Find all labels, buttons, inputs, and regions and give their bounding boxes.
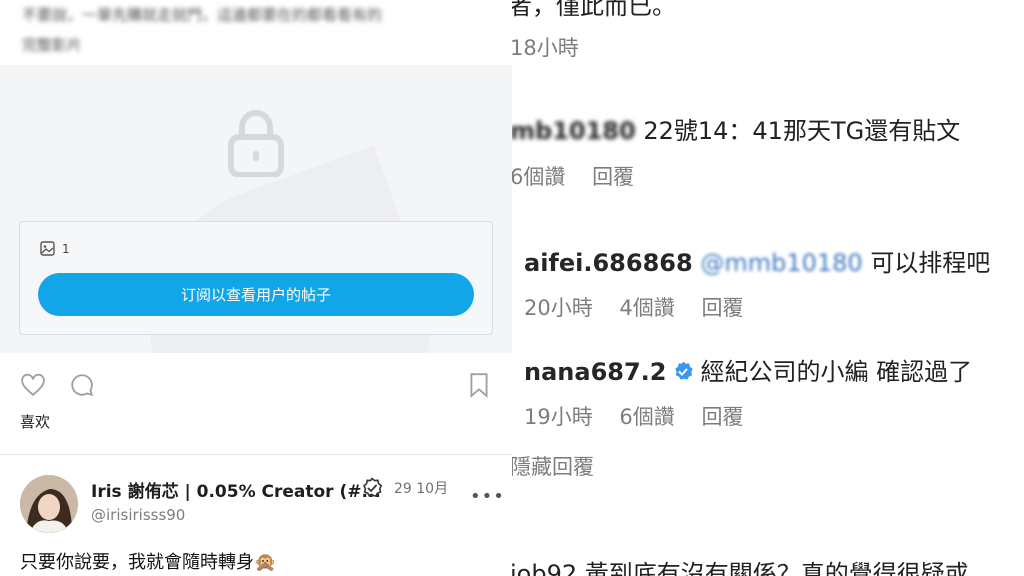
- image-count-value: 1: [62, 241, 70, 256]
- verified-badge-icon: [675, 361, 694, 380]
- right-panel: 者，僅此而已。 18小時 mb10180 22號14：41那天TG還有貼文 6個…: [512, 0, 1024, 576]
- comment-1-likes[interactable]: 6個讚: [512, 165, 565, 189]
- more-options-icon[interactable]: •••: [470, 486, 505, 507]
- comment-2: aifei.686868 @mmb10180 可以排程吧: [524, 243, 990, 278]
- comment-2-likes[interactable]: 4個讚: [619, 296, 674, 320]
- blurred-caption-line-1: 不要說，一單先購就走就門，這邊都要在的都看看有的: [22, 6, 383, 24]
- image-count: 1: [40, 241, 70, 256]
- comment-fragment-bottom: iob92 黃到底有沒有關係？真的覺得很疑或: [512, 560, 969, 576]
- comment-2-time: 20小時: [524, 296, 593, 320]
- post-actions: [20, 372, 490, 402]
- comment-3-reply-button[interactable]: 回覆: [701, 405, 743, 429]
- comment-1-meta: 6個讚 回覆: [512, 161, 634, 191]
- comment-2-reply-button[interactable]: 回覆: [701, 296, 743, 320]
- post-date: 29 10月: [394, 481, 449, 497]
- comment-1: mb10180 22號14：41那天TG還有貼文: [512, 111, 960, 146]
- heart-icon[interactable]: [20, 372, 46, 398]
- author-handle[interactable]: @irisirisss90: [91, 506, 185, 524]
- lock-icon: [228, 110, 284, 177]
- locked-media: 1 订阅以查看用户的帖子: [0, 65, 512, 353]
- comment-fragment-top: 者，僅此而已。: [512, 0, 676, 20]
- comment-3: nana687.2 經紀公司的小編 確認過了: [524, 352, 972, 387]
- post-text: 只要你說要，我就會隨時轉身🙊: [20, 552, 277, 573]
- comment-3-meta: 19小時 6個讚 回覆: [524, 401, 743, 431]
- comment-2-mention[interactable]: @mmb10180: [700, 249, 862, 277]
- comment-3-text: 經紀公司的小編 確認過了: [700, 358, 973, 386]
- subscribe-button[interactable]: 订阅以查看用户的帖子: [38, 273, 474, 316]
- comment-2-meta: 20小時 4個讚 回覆: [524, 292, 743, 322]
- blurred-caption-line-2: 完整影片: [22, 36, 83, 54]
- comment-2-text: 可以排程吧: [870, 249, 991, 277]
- comment-1-user[interactable]: mb10180: [512, 117, 636, 145]
- comment-1-text: 22號14：41那天TG還有貼文: [643, 117, 961, 145]
- comment-icon[interactable]: [69, 372, 95, 398]
- bookmark-icon[interactable]: [468, 372, 490, 398]
- avatar-image: [20, 475, 78, 533]
- image-icon: [40, 241, 55, 256]
- creator-verified-icon: [363, 477, 383, 498]
- subscription-card: 1 订阅以查看用户的帖子: [19, 221, 493, 335]
- comment-time-top: 18小時: [512, 36, 579, 60]
- comment-3-user[interactable]: nana687.2: [524, 358, 666, 386]
- avatar[interactable]: [20, 475, 78, 533]
- hide-replies-button[interactable]: 隱藏回覆: [512, 451, 594, 481]
- author-name[interactable]: Iris 謝侑芯 | 0.05% Creator (#...: [91, 477, 381, 502]
- divider: [0, 454, 512, 455]
- comment-3-time: 19小時: [524, 405, 593, 429]
- comment-1-reply-button[interactable]: 回覆: [592, 165, 634, 189]
- left-panel: 不要說，一單先購就走就門，這邊都要在的都看看有的 完整影片 1 订阅以查看用户的…: [0, 0, 512, 576]
- likes-label[interactable]: 喜欢: [20, 411, 50, 432]
- comment-2-user[interactable]: aifei.686868: [524, 249, 693, 277]
- comment-3-likes[interactable]: 6個讚: [619, 405, 674, 429]
